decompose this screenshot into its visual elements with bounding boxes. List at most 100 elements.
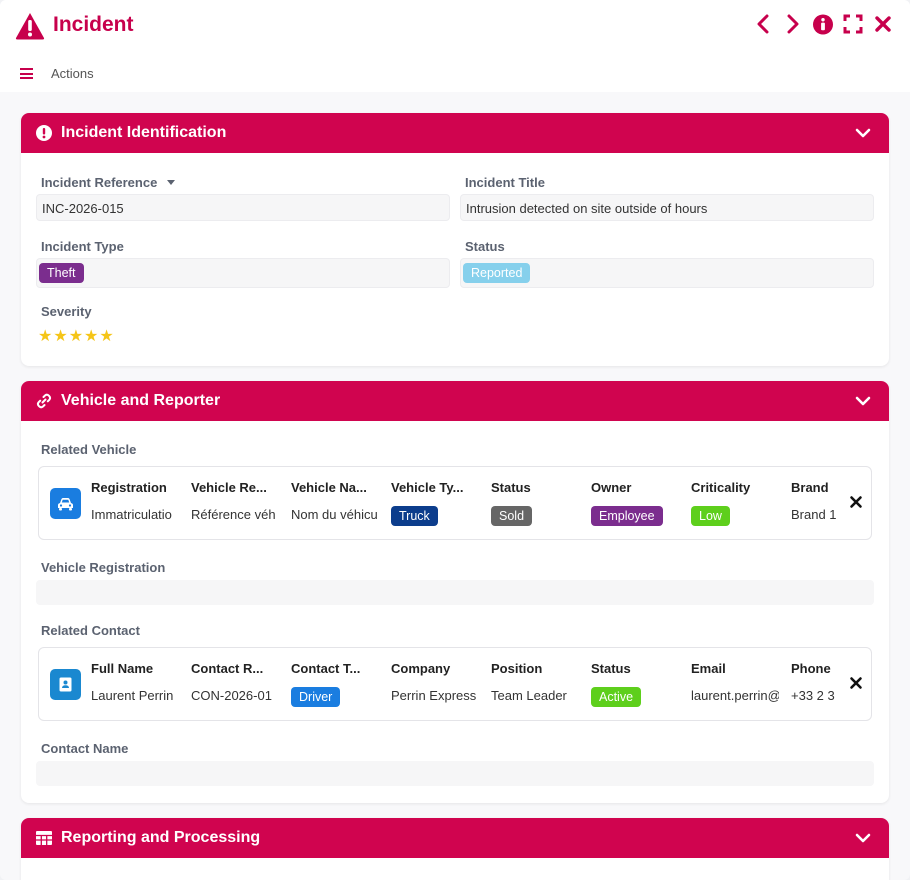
column-header: Owner [591,480,632,495]
status-field[interactable]: Reported [460,258,874,288]
star-icon[interactable]: ★ [38,329,52,345]
truck-chip: Truck [391,506,438,526]
cell-value: +33 2 3 [791,688,835,703]
low-chip: Low [691,506,730,526]
vehicle-col-type: Vehicle Ty... Truck [391,480,479,526]
vehicle-registration-label: Vehicle Registration [41,560,166,575]
cell-value: Nom du véhicu [291,507,378,522]
incident-type-field[interactable]: Theft [36,258,450,288]
vehicle-col-owner: Owner Employee [591,480,679,526]
contact-col-status: Status Active [591,661,679,707]
table-icon [36,831,52,845]
chevron-down-icon[interactable] [855,831,871,845]
car-icon [50,488,81,519]
incident-identification-header[interactable]: Incident Identification [21,113,889,153]
related-vehicle-card[interactable]: Registration Immatriculatio Vehicle Re..… [38,466,872,540]
incident-type-label: Incident Type [41,239,124,254]
contact-name-field[interactable] [36,761,874,786]
column-header: Registration [91,480,167,495]
cell-value: CON-2026-01 [191,688,272,703]
exclamation-circle-icon [36,125,52,141]
cell-value: Team Leader [491,688,567,703]
cell-value: Immatriculatio [91,507,172,522]
prev-icon[interactable] [753,13,773,35]
info-icon[interactable] [813,13,833,35]
link-icon [36,393,52,409]
contact-col-full-name: Full Name Laurent Perrin [91,661,179,703]
star-icon[interactable]: ★ [84,329,98,345]
fullscreen-icon[interactable] [843,13,863,35]
column-header: Status [491,480,531,495]
column-header: Vehicle Re... [191,480,267,495]
actions-button[interactable]: Actions [51,66,94,81]
star-icon[interactable]: ★ [69,329,83,345]
vehicle-col-status: Status Sold [491,480,579,526]
reporting-processing-header[interactable]: Reporting and Processing [21,818,889,858]
related-contact-card[interactable]: Full Name Laurent Perrin Contact R... CO… [38,647,872,721]
window-title: Incident [53,13,134,36]
cell-value: Laurent Perrin [91,688,174,703]
theft-chip: Theft [39,263,84,283]
cell-value: laurent.perrin@ [691,688,779,703]
incident-title-label: Incident Title [465,175,545,190]
chevron-down-icon[interactable] [855,126,871,140]
column-header: Company [391,661,451,676]
column-header: Phone [791,661,831,676]
panel-title: Vehicle and Reporter [61,392,221,409]
vehicle-col-brand: Brand Brand 1 [791,480,837,522]
column-header: Email [691,661,726,676]
column-header: Vehicle Ty... [391,480,464,495]
contact-name-label: Contact Name [41,741,129,756]
incident-reference-field[interactable]: INC-2026-015 [36,194,450,221]
vehicle-col-reference: Vehicle Re... Référence véh [191,480,279,522]
close-icon[interactable] [873,13,893,35]
remove-contact-icon[interactable] [849,676,863,690]
incident-reference-label: Incident Reference [41,175,176,190]
reported-chip: Reported [463,263,531,283]
caret-down-icon[interactable] [166,178,176,186]
severity-rating[interactable]: ★ ★ ★ ★ ★ [38,329,114,345]
actions-menu[interactable]: Actions [20,66,94,81]
employee-chip: Employee [591,506,663,526]
panel-title: Incident Identification [61,124,227,141]
incident-window: Incident Actions Incident Identification… [0,0,910,880]
related-contact-label: Related Contact [41,623,140,638]
vehicle-registration-field[interactable] [36,580,874,605]
menu-icon[interactable] [20,68,33,79]
active-chip: Active [591,687,642,707]
column-header: Contact T... [291,661,361,676]
column-header: Status [591,661,631,676]
warning-icon [15,13,45,40]
incident-title-field[interactable]: Intrusion detected on site outside of ho… [460,194,874,221]
title-bar: Incident Actions [0,0,910,92]
vehicle-col-registration: Registration Immatriculatio [91,480,179,522]
contact-card-icon [50,669,81,700]
column-header: Criticality [691,480,751,495]
column-header: Vehicle Na... [291,480,367,495]
column-header: Contact R... [191,661,264,676]
sold-chip: Sold [491,506,533,526]
remove-vehicle-icon[interactable] [849,495,863,509]
next-icon[interactable] [783,13,803,35]
driver-chip: Driver [291,687,341,707]
star-icon[interactable]: ★ [99,329,113,345]
chevron-down-icon[interactable] [855,394,871,408]
cell-value: Brand 1 [791,507,837,522]
contact-col-reference: Contact R... CON-2026-01 [191,661,279,703]
contact-col-phone: Phone +33 2 3 [791,661,837,703]
column-header: Position [491,661,543,676]
incident-identification-panel: Incident Identification Incident Referen… [21,113,889,366]
panel-title: Reporting and Processing [61,829,261,846]
cell-value: Référence véh [191,507,276,522]
reporting-processing-panel: Reporting and Processing [21,818,889,880]
contact-col-type: Contact T... Driver [291,661,379,707]
vehicle-col-name: Vehicle Na... Nom du véhicu [291,480,379,522]
contact-col-position: Position Team Leader [491,661,579,703]
status-label: Status [465,239,505,254]
vehicle-reporter-panel: Vehicle and Reporter Related Vehicle Reg… [21,381,889,803]
star-icon[interactable]: ★ [53,329,67,345]
contact-col-email: Email laurent.perrin@ [691,661,779,703]
cell-value: Perrin Express [391,688,477,703]
column-header: Brand [791,480,829,495]
vehicle-reporter-header[interactable]: Vehicle and Reporter [21,381,889,421]
